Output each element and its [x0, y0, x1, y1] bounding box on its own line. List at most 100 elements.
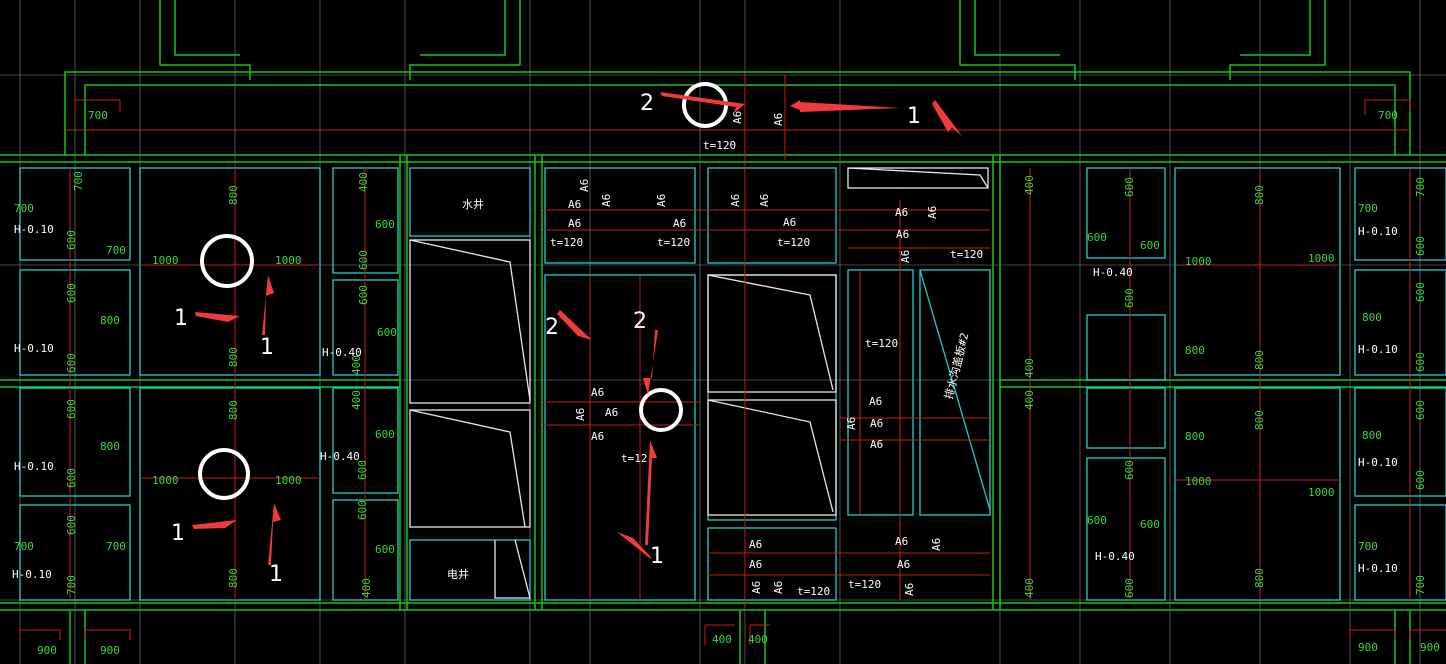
- dim-600: 600: [65, 230, 78, 250]
- dim-600: 600: [1414, 400, 1427, 420]
- cyan-room-outlines: [19, 167, 1446, 601]
- dim-800: 800: [227, 400, 240, 420]
- dim-600: 600: [65, 515, 78, 535]
- rebar-a6: A6: [895, 535, 908, 548]
- annotation-arrows: [192, 92, 962, 565]
- dim-700: 700: [65, 575, 78, 595]
- rebar-a6: A6: [895, 206, 908, 219]
- dim-400: 400: [1023, 390, 1036, 410]
- dim-600: 600: [357, 285, 370, 305]
- dim-600: 600: [1414, 352, 1427, 372]
- dim-600: 600: [375, 218, 395, 231]
- arrow-icon: [268, 503, 281, 565]
- rebar-a6: A6: [845, 417, 858, 430]
- dim-700: 700: [88, 109, 108, 122]
- rebar-a6: A6: [903, 583, 916, 596]
- dim-700: 700: [1378, 109, 1398, 122]
- pipe-cover-label: 排水沟盖板#2: [941, 331, 971, 401]
- marker-circle: [198, 448, 250, 500]
- rebar-a6: A6: [578, 179, 591, 192]
- dim-800: 800: [1185, 430, 1205, 443]
- dim-1000: 1000: [152, 474, 179, 487]
- dim-800: 800: [100, 440, 120, 453]
- rebar-a6: A6: [899, 250, 912, 263]
- level-h040: H-0.40: [1093, 266, 1133, 279]
- rebar-a6: A6: [731, 111, 744, 124]
- dim-900: 900: [1358, 641, 1378, 654]
- rebar-a6: A6: [749, 538, 762, 551]
- dim-800: 800: [1253, 185, 1266, 205]
- marker-2: 2: [545, 315, 559, 340]
- dim-800: 800: [100, 314, 120, 327]
- dim-400: 400: [712, 633, 732, 646]
- dim-700: 700: [1358, 540, 1378, 553]
- rebar-t120: t=120: [865, 337, 898, 350]
- dim-600: 600: [1123, 460, 1136, 480]
- rebar-t120: t=120: [797, 585, 830, 598]
- level-h010: H-0.10: [14, 460, 54, 473]
- dim-400: 400: [748, 633, 768, 646]
- rebar-a6: A6: [870, 438, 883, 451]
- marker-1: 1: [650, 544, 664, 569]
- level-h040: H-0.40: [320, 450, 360, 463]
- marker-2: 2: [640, 91, 654, 116]
- rebar-a6: A6: [749, 558, 762, 571]
- rebar-a6: A6: [926, 206, 939, 219]
- rebar-a6: A6: [930, 538, 943, 551]
- marker-1: 1: [260, 335, 274, 360]
- rebar-t120: t=120: [703, 139, 736, 152]
- rebar-annotations: A6 A6 t=120 A6 A6 A6 A6 A6 A6 t=120 t=12…: [550, 111, 983, 598]
- dim-1000: 1000: [1308, 486, 1335, 499]
- rebar-a6: A6: [772, 113, 785, 126]
- marker-numbers: 2 1 1 1 2 2 1 1 1: [171, 91, 921, 587]
- dim-600: 600: [1123, 177, 1136, 197]
- rebar-a6: A6: [673, 217, 686, 230]
- dim-600: 600: [375, 543, 395, 556]
- dim-1000: 1000: [275, 254, 302, 267]
- rebar-a6: A6: [655, 194, 668, 207]
- level-h010: H-0.10: [1358, 343, 1398, 356]
- dim-1000: 1000: [275, 474, 302, 487]
- dim-900: 900: [1420, 641, 1440, 654]
- rebar-a6: A6: [896, 228, 909, 241]
- green-wall-lines: [0, 0, 1446, 664]
- dim-600: 600: [356, 460, 369, 480]
- dim-700: 700: [1414, 177, 1427, 197]
- marker-1: 1: [269, 562, 283, 587]
- rebar-a6: A6: [870, 417, 883, 430]
- rebar-a6: A6: [758, 194, 771, 207]
- dim-400: 400: [1023, 358, 1036, 378]
- rebar-a6: A6: [591, 386, 604, 399]
- dim-600: 600: [1140, 518, 1160, 531]
- marker-circle: [682, 82, 728, 128]
- dim-600: 600: [1140, 239, 1160, 252]
- dim-700: 700: [106, 244, 126, 257]
- arrow-icon: [262, 275, 274, 335]
- rebar-a6: A6: [574, 408, 587, 421]
- dim-700: 700: [106, 540, 126, 553]
- rebar-t120: t=120: [950, 248, 983, 261]
- rebar-a6: A6: [783, 216, 796, 229]
- dim-1000: 1000: [1185, 255, 1212, 268]
- dim-600: 600: [1414, 282, 1427, 302]
- dim-600: 600: [357, 250, 370, 270]
- dim-900: 900: [100, 644, 120, 657]
- arrow-icon: [800, 102, 900, 112]
- rebar-t120: t=120: [657, 236, 690, 249]
- dim-800: 800: [227, 568, 240, 588]
- arrow-icon: [195, 312, 240, 322]
- marker-circle: [639, 388, 683, 432]
- cad-drawing-canvas[interactable]: 700 700 700 700 800 800 700 700 1000 100…: [0, 0, 1446, 664]
- dim-1000: 1000: [1308, 252, 1335, 265]
- dim-600: 600: [65, 468, 78, 488]
- arrow-icon: [660, 92, 745, 114]
- rebar-t120: t=120: [777, 236, 810, 249]
- rebar-a6: A6: [605, 406, 618, 419]
- dim-800: 800: [1185, 344, 1205, 357]
- rebar-t12: t=12: [621, 452, 648, 465]
- level-h010: H-0.10: [1358, 456, 1398, 469]
- dim-600: 600: [1087, 231, 1107, 244]
- marker-1: 1: [907, 104, 921, 129]
- dim-600: 600: [65, 399, 78, 419]
- room-labels: 水井 电井 排水沟盖板#2: [447, 197, 971, 581]
